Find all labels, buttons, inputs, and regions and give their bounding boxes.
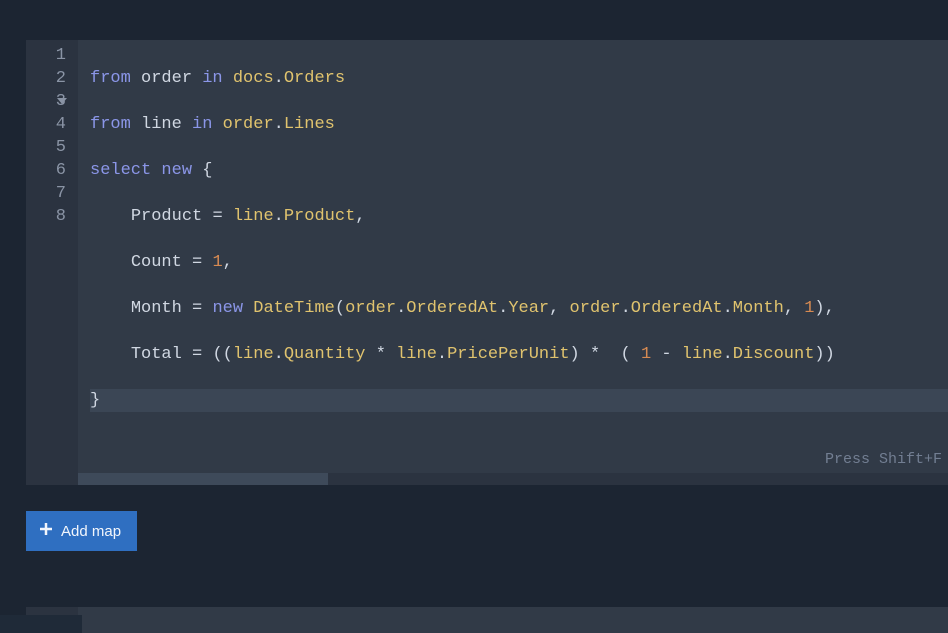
- line-number: 8: [26, 205, 66, 228]
- code-area[interactable]: from order in docs.Orders from line in o…: [78, 40, 948, 485]
- shortcut-hint: Press Shift+F: [825, 448, 942, 471]
- scrollbar-thumb[interactable]: [78, 473, 328, 485]
- add-map-label: Add map: [61, 523, 121, 540]
- map-editor[interactable]: 1 2 3 4 5 6 7 8 from order in docs.Order…: [26, 40, 948, 485]
- reduce-editor[interactable]: 1 2 3 4 5 6 7 8 9 from result in results…: [26, 607, 948, 633]
- line-number: 2: [26, 67, 66, 90]
- line-number: 6: [26, 159, 66, 182]
- line-number: 1: [26, 44, 66, 67]
- horizontal-scrollbar[interactable]: [78, 473, 948, 485]
- code-area[interactable]: from result in results group result by n…: [78, 607, 948, 633]
- line-number: 5: [26, 136, 66, 159]
- line-number: 3: [26, 90, 66, 113]
- plus-icon: [38, 521, 54, 541]
- line-number: 7: [26, 182, 66, 205]
- line-number: 4: [26, 113, 66, 136]
- footer-strip: [0, 615, 82, 633]
- line-gutter: 1 2 3 4 5 6 7 8: [26, 40, 78, 485]
- add-map-button[interactable]: Add map: [26, 511, 137, 551]
